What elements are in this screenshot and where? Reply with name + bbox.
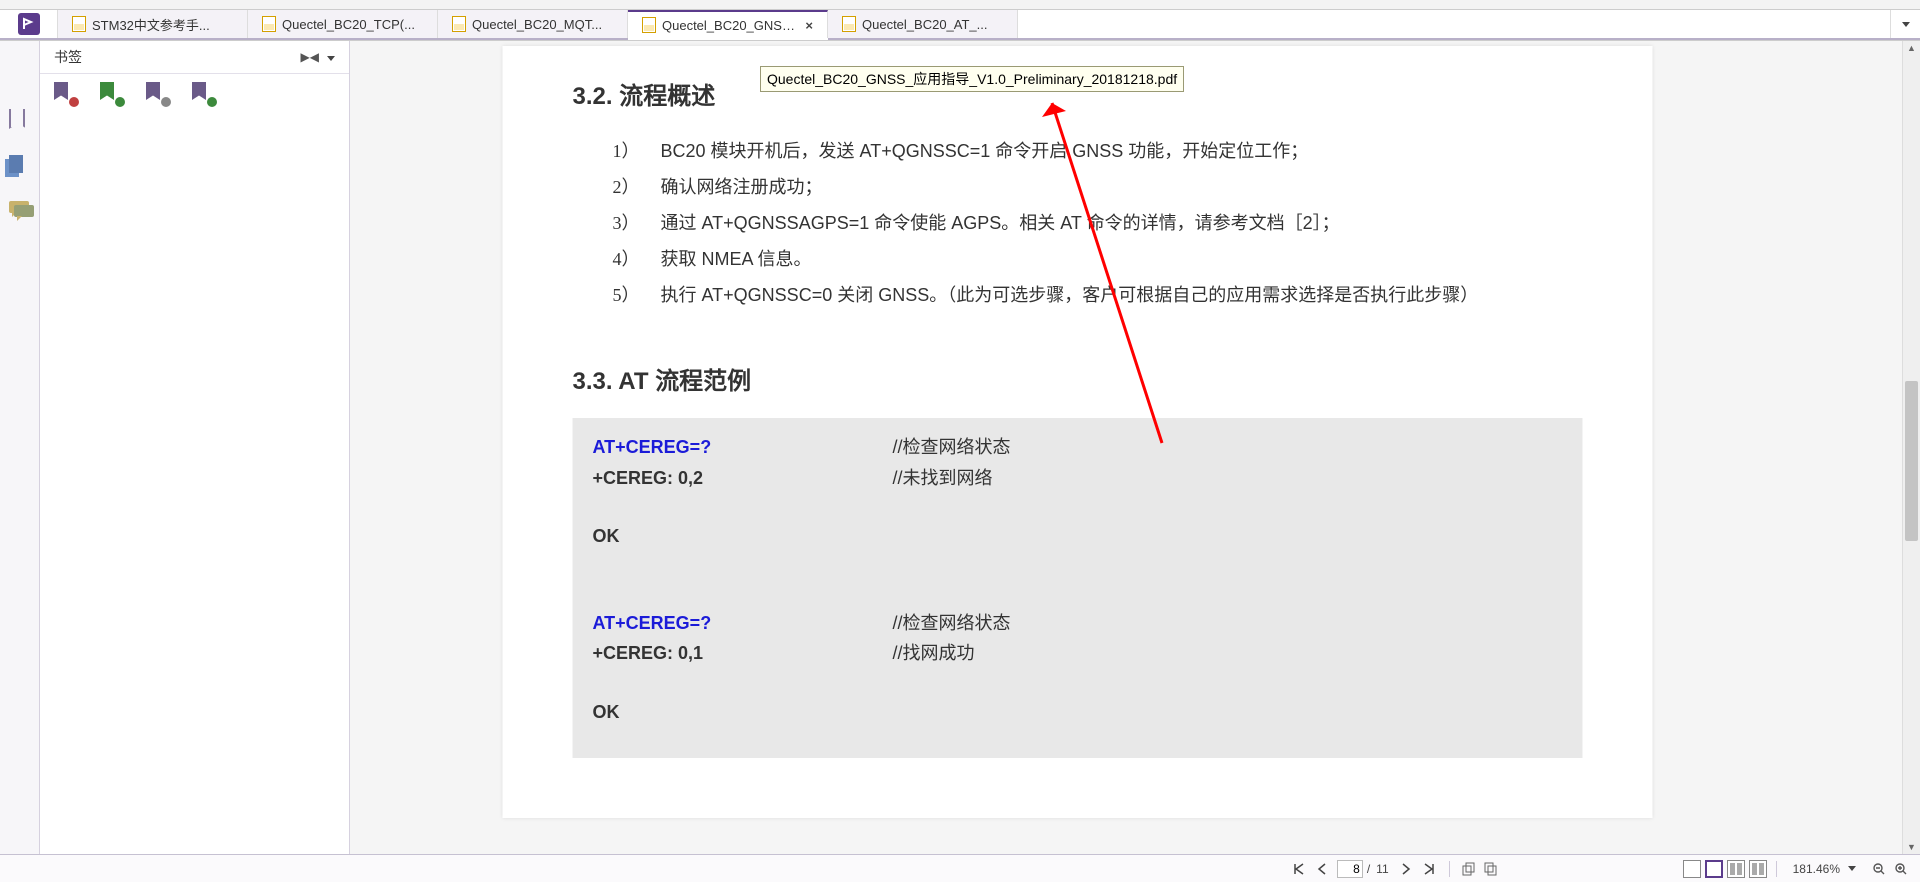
section-3-3-heading: 3.3. AT 流程范例 — [573, 361, 1583, 396]
layers-icon[interactable] — [1458, 858, 1480, 880]
bookmarks-toolbar — [40, 74, 349, 110]
page-total: 11 — [1372, 862, 1392, 876]
vertical-scrollbar[interactable]: ▲ ▼ — [1902, 41, 1920, 854]
pages-stack-icon[interactable] — [9, 155, 31, 177]
scroll-up-button[interactable]: ▲ — [1903, 43, 1920, 53]
at-response-ok: OK — [593, 521, 1563, 552]
at-command: +CEREG: 0,1 — [593, 638, 893, 669]
list-text: 确认网络注册成功； — [661, 169, 823, 205]
at-comment: //检查网络状态 — [893, 608, 1011, 639]
zoom-dropdown-icon[interactable] — [1848, 866, 1856, 871]
list-text: 执行 AT+QGNSSC=0 关闭 GNSS。（此为可选步骤，客户可根据自己的应… — [661, 277, 1479, 313]
page-nav-group: / 11 — [1287, 858, 1441, 880]
view-mode-group — [1682, 860, 1768, 878]
at-command-line: AT+CEREG=?//检查网络状态 — [593, 432, 1563, 463]
list-number: 3） — [613, 205, 661, 241]
at-command: AT+CEREG=? — [593, 432, 893, 463]
tab-label: STM32中文参考手... — [92, 15, 210, 34]
pdf-file-icon — [842, 16, 856, 32]
zoom-level[interactable]: 181.46% — [1793, 862, 1840, 876]
document-tab-1[interactable]: Quectel_BC20_TCP(... — [248, 10, 438, 38]
document-tab-2[interactable]: Quectel_BC20_MQT... — [438, 10, 628, 38]
list-text: 获取 NMEA 信息。 — [661, 241, 812, 277]
list-number: 2） — [613, 169, 661, 205]
view-single-button[interactable] — [1683, 860, 1701, 878]
pdf-file-icon — [642, 17, 656, 33]
tabs-overflow-button[interactable] — [1890, 10, 1920, 38]
document-viewer: Quectel_BC20_GNSS_应用指导_V1.0_Preliminary_… — [350, 41, 1920, 854]
at-comment: //检查网络状态 — [893, 432, 1011, 463]
prev-page-button[interactable] — [1311, 858, 1333, 880]
list-item: 3）通过 AT+QGNSSAGPS=1 命令使能 AGPS。相关 AT 命令的详… — [613, 205, 1583, 241]
at-response-ok: OK — [593, 697, 1563, 728]
activity-strip — [0, 41, 40, 854]
main-area: 书签 ▶◀ Quectel_BC20_GNSS_应用指导_V1.0_Prelim… — [0, 40, 1920, 854]
list-item: 2）确认网络注册成功； — [613, 169, 1583, 205]
tab-close-button[interactable]: × — [805, 18, 813, 33]
zoom-in-button[interactable] — [1890, 858, 1912, 880]
tab-tooltip: Quectel_BC20_GNSS_应用指导_V1.0_Preliminary_… — [760, 66, 1184, 92]
document-tab-4[interactable]: Quectel_BC20_AT_... — [828, 10, 1018, 38]
document-tab-0[interactable]: STM32中文参考手... — [58, 10, 248, 38]
first-page-button[interactable] — [1287, 858, 1309, 880]
view-continuous-button[interactable] — [1705, 860, 1723, 878]
pdf-file-icon — [452, 16, 466, 32]
at-comment: //未找到网络 — [893, 463, 993, 494]
tab-label: Quectel_BC20_AT_... — [862, 17, 988, 32]
view-two-continuous-button[interactable] — [1749, 860, 1767, 878]
at-command: AT+CEREG=? — [593, 608, 893, 639]
bookmark-outline-icon[interactable] — [9, 109, 31, 131]
app-logo-cell — [0, 10, 58, 38]
tab-label: Quectel_BC20_MQT... — [472, 17, 602, 32]
comments-icon[interactable] — [9, 201, 31, 223]
view-two-page-button[interactable] — [1727, 860, 1745, 878]
list-text: 通过 AT+QGNSSAGPS=1 命令使能 AGPS。相关 AT 命令的详情，… — [661, 205, 1340, 241]
at-command-example-box: AT+CEREG=?//检查网络状态+CEREG: 0,2//未找到网络OKAT… — [573, 418, 1583, 758]
bookmarks-panel: 书签 ▶◀ — [40, 41, 350, 854]
bookmarks-collapse-button[interactable]: ▶◀ — [297, 50, 323, 64]
menu-strip — [0, 0, 1920, 10]
bookmarks-menu-button[interactable] — [323, 50, 339, 64]
bookmarks-header: 书签 ▶◀ — [40, 41, 349, 74]
list-text: BC20 模块开机后，发送 AT+QGNSSC=1 命令开启 GNSS 功能，开… — [661, 133, 1309, 169]
last-page-button[interactable] — [1419, 858, 1441, 880]
at-command: +CEREG: 0,2 — [593, 463, 893, 494]
tab-label: Quectel_BC20_TCP(... — [282, 17, 415, 32]
document-tab-3[interactable]: Quectel_BC20_GNSS... × — [628, 10, 828, 38]
bookmark-add-icon[interactable] — [100, 82, 122, 104]
list-number: 5） — [613, 277, 661, 313]
list-number: 4） — [613, 241, 661, 277]
bookmark-delete-icon[interactable] — [54, 82, 76, 104]
tab-bar: STM32中文参考手... Quectel_BC20_TCP(... Quectel… — [0, 10, 1920, 40]
list-item: 4）获取 NMEA 信息。 — [613, 241, 1583, 277]
at-comment: //找网成功 — [893, 638, 975, 669]
page-number-input[interactable] — [1337, 860, 1363, 878]
app-logo-icon — [18, 13, 40, 35]
status-bar: / 11 181.46% — [0, 854, 1920, 882]
next-page-button[interactable] — [1395, 858, 1417, 880]
at-command-line: +CEREG: 0,1//找网成功 — [593, 638, 1563, 669]
bookmarks-title: 书签 — [54, 47, 82, 67]
at-command-line: AT+CEREG=?//检查网络状态 — [593, 608, 1563, 639]
scroll-thumb[interactable] — [1905, 381, 1918, 541]
tab-label: Quectel_BC20_GNSS... — [662, 18, 799, 33]
pdf-page: 3.2. 流程概述 1）BC20 模块开机后，发送 AT+QGNSSC=1 命令… — [503, 46, 1653, 818]
pdf-file-icon — [262, 16, 276, 32]
bookmark-navigate-icon[interactable] — [146, 82, 168, 104]
list-item: 5）执行 AT+QGNSSC=0 关闭 GNSS。（此为可选步骤，客户可根据自己… — [613, 277, 1583, 313]
page-sep: / — [1367, 862, 1370, 876]
scroll-down-button[interactable]: ▼ — [1903, 842, 1920, 852]
list-item: 1）BC20 模块开机后，发送 AT+QGNSSC=1 命令开启 GNSS 功能… — [613, 133, 1583, 169]
section-3-2-list: 1）BC20 模块开机后，发送 AT+QGNSSC=1 命令开启 GNSS 功能… — [613, 133, 1583, 313]
zoom-out-button[interactable] — [1868, 858, 1890, 880]
bookmark-settings-icon[interactable] — [192, 82, 214, 104]
layers-icon-2[interactable] — [1480, 858, 1502, 880]
at-command-line: +CEREG: 0,2//未找到网络 — [593, 463, 1563, 494]
pdf-file-icon — [72, 16, 86, 32]
list-number: 1） — [613, 133, 661, 169]
